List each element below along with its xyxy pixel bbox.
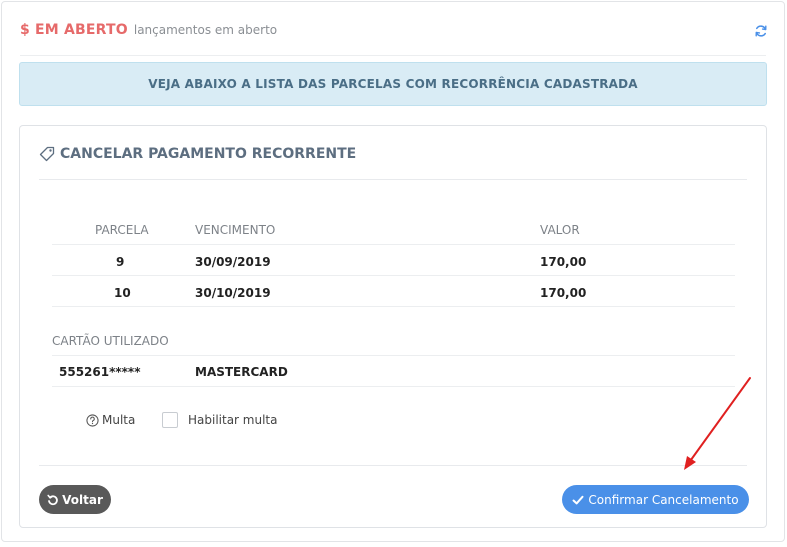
row-parcela: 10	[114, 286, 131, 300]
header-divider	[20, 55, 766, 56]
page-subtitle: lançamentos em aberto	[133, 23, 278, 37]
table-header-divider	[52, 244, 735, 245]
info-banner-text: VEJA ABAIXO A LISTA DAS PARCELAS COM REC…	[148, 77, 638, 91]
refresh-icon[interactable]	[754, 24, 768, 38]
page-header: $ EM ABERTO lançamentos em aberto	[20, 22, 277, 42]
tag-icon	[39, 146, 55, 162]
confirmar-label: Confirmar Cancelamento	[588, 492, 739, 507]
info-banner: VEJA ABAIXO A LISTA DAS PARCELAS COM REC…	[19, 62, 767, 106]
card-row-divider	[52, 386, 735, 387]
habilitar-multa-group[interactable]: Habilitar multa	[162, 412, 278, 428]
habilitar-multa-label[interactable]: Habilitar multa	[188, 413, 278, 427]
row-valor: 170,00	[540, 255, 587, 269]
footer-divider	[39, 465, 747, 466]
column-header-vencimento: VENCIMENTO	[195, 223, 276, 237]
confirmar-cancelamento-button[interactable]: Confirmar Cancelamento	[562, 485, 749, 514]
column-header-valor: VALOR	[540, 223, 580, 237]
multa-label-group: Multa	[86, 413, 135, 427]
multa-label: Multa	[102, 413, 136, 427]
card-number: 555261*****	[59, 365, 141, 379]
voltar-label: Voltar	[62, 492, 103, 507]
row-divider	[52, 275, 735, 276]
help-icon[interactable]	[86, 413, 99, 427]
voltar-button[interactable]: Voltar	[39, 485, 111, 514]
panel-divider	[39, 179, 747, 180]
card-brand: MASTERCARD	[195, 365, 288, 379]
card-heading: CARTÃO UTILIZADO	[52, 334, 169, 348]
undo-icon	[47, 494, 58, 505]
panel-title-text: CANCELAR PAGAMENTO RECORRENTE	[60, 146, 357, 162]
row-divider	[52, 306, 735, 307]
check-icon	[572, 495, 584, 504]
panel-title: CANCELAR PAGAMENTO RECORRENTE	[39, 146, 356, 162]
cancel-recurring-panel: CANCELAR PAGAMENTO RECORRENTE PARCELA VE…	[19, 125, 767, 528]
row-vencimento: 30/09/2019	[195, 255, 271, 269]
card-heading-divider	[52, 355, 735, 356]
row-vencimento: 30/10/2019	[195, 286, 271, 300]
column-header-parcela: PARCELA	[95, 223, 149, 237]
page-title: $ EM ABERTO	[20, 22, 128, 38]
row-valor: 170,00	[540, 286, 587, 300]
row-parcela: 9	[116, 255, 125, 269]
habilitar-multa-checkbox[interactable]	[162, 412, 178, 428]
